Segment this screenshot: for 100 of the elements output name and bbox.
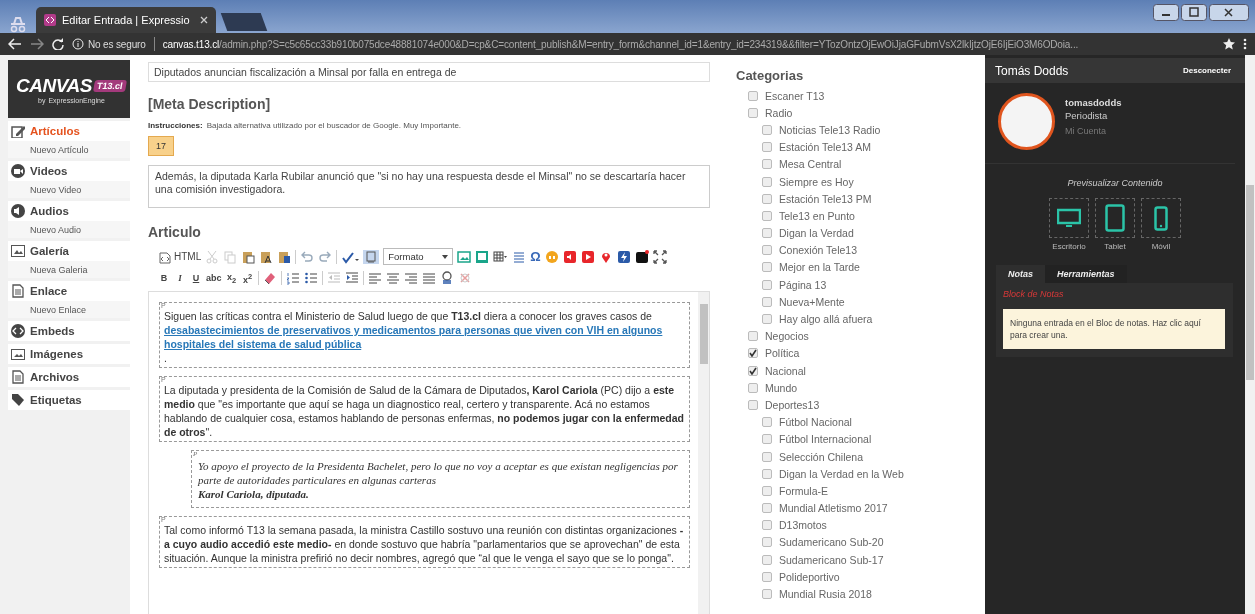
lightning-icon[interactable] xyxy=(616,249,631,264)
checkbox[interactable] xyxy=(762,468,772,479)
preview-button[interactable] xyxy=(1141,198,1181,238)
source-button[interactable]: HTML xyxy=(158,249,202,264)
checkbox[interactable] xyxy=(762,434,772,445)
nav-item[interactable]: Audios xyxy=(8,201,130,221)
checkbox[interactable] xyxy=(748,348,758,359)
nav-subitem[interactable]: Nueva Galeria xyxy=(8,261,130,278)
notes-message[interactable]: Ninguna entrada en el Bloc de notas. Haz clic aquí para crear una. xyxy=(1003,309,1225,349)
checkbox[interactable] xyxy=(762,571,772,582)
format-button[interactable]: U xyxy=(190,273,202,283)
redo-icon[interactable] xyxy=(318,249,333,264)
nav-subitem[interactable]: Nuevo Audio xyxy=(8,221,130,238)
nav-item[interactable]: Artículos xyxy=(8,121,130,141)
checkbox[interactable] xyxy=(762,451,772,462)
nav-subitem[interactable]: Nuevo Video xyxy=(8,181,130,198)
panel-tab[interactable]: Herramientas xyxy=(1045,265,1127,283)
special-character-button[interactable]: Ω xyxy=(530,249,541,264)
image-icon[interactable] xyxy=(457,249,472,264)
speech-bubble-icon[interactable] xyxy=(544,249,559,264)
checkbox[interactable] xyxy=(748,399,758,410)
checkbox[interactable] xyxy=(762,537,772,548)
indent-icon[interactable] xyxy=(344,271,359,285)
checkbox[interactable] xyxy=(762,228,772,239)
outdent-icon[interactable] xyxy=(326,271,341,285)
nav-item[interactable]: Imágenes xyxy=(8,344,130,364)
clipboard-icon[interactable] xyxy=(259,249,274,264)
checkbox[interactable] xyxy=(762,279,772,290)
maximize-icon[interactable] xyxy=(1181,4,1207,21)
checkbox[interactable] xyxy=(762,485,772,496)
align-center-icon[interactable] xyxy=(385,271,400,285)
video-icon[interactable] xyxy=(580,249,595,264)
close-icon[interactable] xyxy=(1209,4,1249,21)
scissors-icon[interactable] xyxy=(205,249,220,264)
menu-icon[interactable] xyxy=(1243,38,1247,50)
checkbox[interactable] xyxy=(762,245,772,256)
checkbox[interactable] xyxy=(748,331,758,342)
checkbox[interactable] xyxy=(762,124,772,135)
back-arrow-icon[interactable] xyxy=(8,38,22,50)
expand-icon[interactable] xyxy=(652,249,667,264)
format-button[interactable]: x$^{2}$ xyxy=(241,271,254,285)
minimize-icon[interactable] xyxy=(1153,4,1179,21)
align-right-icon[interactable] xyxy=(403,271,418,285)
nav-subitem[interactable]: Nuevo Artículo xyxy=(8,141,130,158)
checkbox[interactable] xyxy=(748,365,758,376)
checkbox[interactable] xyxy=(762,520,772,531)
nav-subitem[interactable]: Nuevo Enlace xyxy=(8,301,130,318)
checkbox[interactable] xyxy=(748,107,758,118)
table-icon[interactable] xyxy=(493,249,509,264)
checkbox[interactable] xyxy=(748,382,758,393)
title-field[interactable]: Diputados anuncian fiscalización a Minsal por falla en entrega de xyxy=(148,62,710,82)
checkbox[interactable] xyxy=(762,159,772,170)
align-left-icon[interactable] xyxy=(367,271,382,285)
checkbox[interactable] xyxy=(762,193,772,204)
nav-item[interactable]: Videos xyxy=(8,161,130,181)
audio-icon[interactable] xyxy=(562,249,577,264)
nav-item[interactable]: Galería xyxy=(8,241,130,261)
show-blocks-icon[interactable] xyxy=(363,249,380,264)
checkbox[interactable] xyxy=(762,417,772,428)
clipboard-icon[interactable] xyxy=(241,249,256,264)
logout-link[interactable]: Desconecter xyxy=(1182,66,1231,75)
panel-tab[interactable]: Notas xyxy=(996,265,1045,283)
star-icon[interactable] xyxy=(1223,38,1235,50)
format-button[interactable]: x$_{2}$ xyxy=(225,271,238,285)
scrollbar[interactable] xyxy=(1245,55,1255,614)
clipboard-icon[interactable] xyxy=(277,249,292,264)
article-link[interactable]: desabastecimientos de preservativos y medicamentos para personas que viven con VIH en algunos hospitales del sistema de salud pública xyxy=(164,323,686,351)
scrollbar[interactable] xyxy=(698,292,709,614)
forward-arrow-icon[interactable] xyxy=(30,38,44,50)
checkbox[interactable] xyxy=(762,262,772,273)
link-icon[interactable] xyxy=(439,271,454,285)
format-button[interactable]: abc xyxy=(206,273,222,283)
nav-item[interactable]: Embeds xyxy=(8,321,130,341)
browser-tab[interactable]: Editar Entrada | Expressio xyxy=(36,7,216,33)
justify-icon[interactable] xyxy=(421,271,436,285)
nav-item[interactable]: Enlace xyxy=(8,281,130,301)
preview-button[interactable] xyxy=(1049,198,1089,238)
editor-area[interactable] xyxy=(148,291,710,614)
checkbox[interactable] xyxy=(748,90,758,101)
checkbox[interactable] xyxy=(762,142,772,153)
eraser-icon[interactable] xyxy=(262,271,277,285)
checkbox[interactable] xyxy=(762,503,772,514)
checkbox[interactable] xyxy=(762,296,772,307)
image-icon[interactable] xyxy=(475,249,490,264)
checkbox[interactable] xyxy=(762,176,772,187)
format-dropdown[interactable]: Formato xyxy=(383,248,454,265)
checkbox[interactable] xyxy=(762,554,772,565)
nav-item[interactable]: Archivos xyxy=(8,367,130,387)
checkbox[interactable] xyxy=(762,210,772,221)
format-button[interactable]: I xyxy=(174,273,186,283)
new-tab-button[interactable] xyxy=(220,13,268,31)
text-direction-icon[interactable] xyxy=(512,249,527,264)
checkbox[interactable] xyxy=(762,589,772,600)
preview-button[interactable] xyxy=(1095,198,1135,238)
undo-icon[interactable] xyxy=(300,249,315,264)
account-link[interactable]: Mi Cuenta xyxy=(1065,126,1122,136)
nav-item[interactable]: Etiquetas xyxy=(8,390,130,410)
checkbox[interactable] xyxy=(762,314,772,325)
format-button[interactable]: B xyxy=(158,273,170,283)
description-field[interactable]: Además, la diputada Karla Rubilar anunció que "si no hay una respuesta desde el Minsal" no se descartaría hacer una comisión investigadora. xyxy=(148,165,710,208)
